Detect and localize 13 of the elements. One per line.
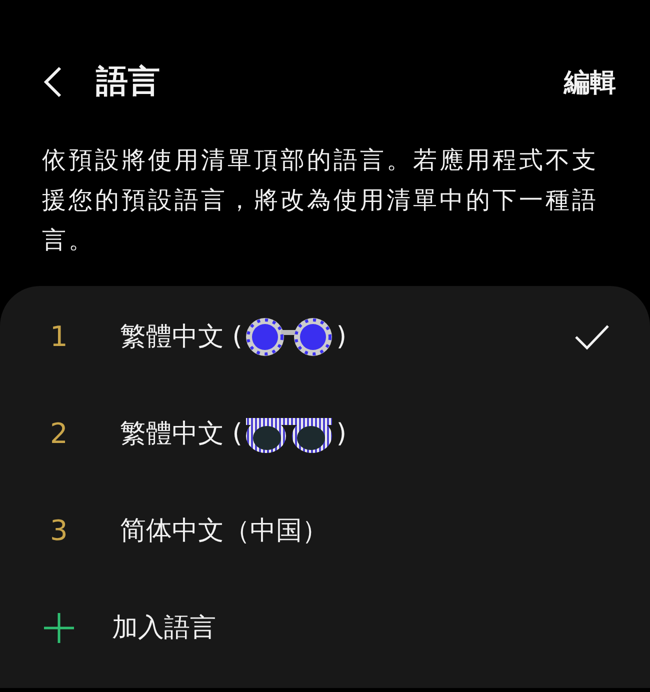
closing-parenthesis: ) [336,322,347,352]
order-number: 3 [49,514,69,547]
edit-link[interactable]: 編輯 [564,64,616,100]
plus-icon[interactable] [42,610,76,644]
language-name[interactable]: 繁體中文 ( [120,319,242,354]
order-number: 2 [49,417,69,450]
language-name[interactable]: 简体中文（中国） [120,513,328,548]
add-language-link[interactable]: 加入語言 [112,610,610,645]
closing-parenthesis: ) [336,418,347,448]
page-title: 語言 [96,61,161,102]
order-number: 1 [49,320,69,353]
language-name[interactable]: 繁體中文 ( [120,416,242,451]
description-text: 依預設將使用清單頂部的語言。若應用程式不支援您的預設語言，將改為使用清單中的下一種語言。 [41,145,600,256]
